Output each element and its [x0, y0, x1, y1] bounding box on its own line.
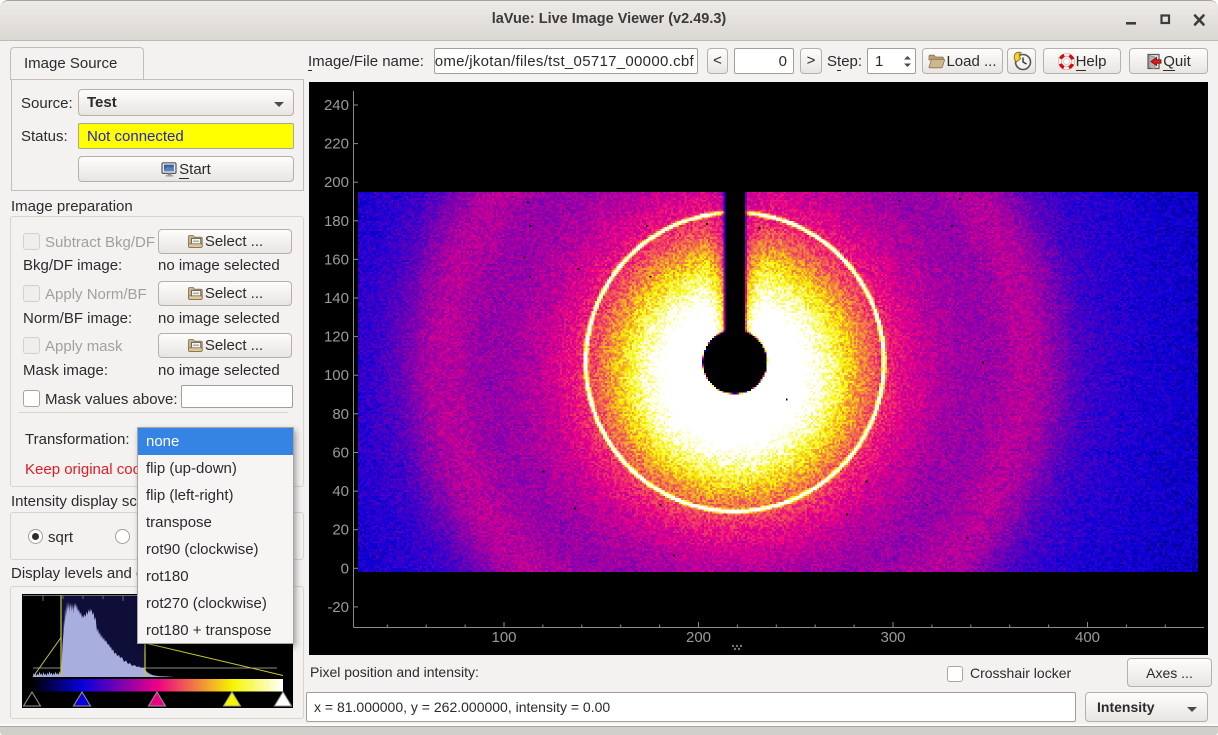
- svg-text:160: 160: [324, 251, 349, 268]
- svg-text:240: 240: [324, 97, 349, 114]
- svg-text:40: 40: [332, 483, 349, 500]
- svg-text:-20: -20: [327, 599, 349, 616]
- svg-text:80: 80: [332, 406, 349, 423]
- svg-text:400: 400: [1075, 629, 1100, 646]
- svg-text:140: 140: [324, 290, 349, 307]
- svg-text:20: 20: [332, 522, 349, 539]
- svg-text:60: 60: [332, 445, 349, 462]
- svg-text:200: 200: [686, 629, 711, 646]
- svg-text:180: 180: [324, 213, 349, 230]
- svg-text:100: 100: [324, 367, 349, 384]
- svg-text:200: 200: [324, 174, 349, 191]
- svg-text:300: 300: [880, 629, 905, 646]
- svg-text:100: 100: [491, 629, 516, 646]
- svg-text:0: 0: [341, 560, 349, 577]
- svg-text:220: 220: [324, 136, 349, 153]
- svg-text:120: 120: [324, 329, 349, 346]
